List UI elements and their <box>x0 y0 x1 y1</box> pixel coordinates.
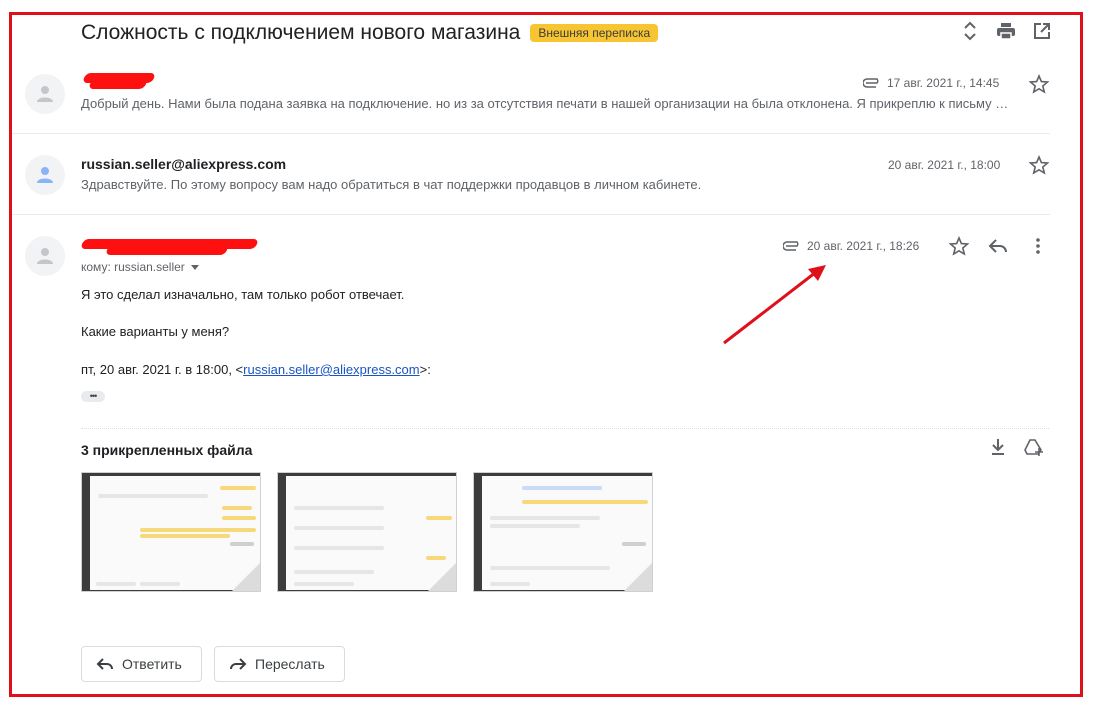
quote-email-link[interactable]: russian.seller@aliexpress.com <box>243 362 419 377</box>
header-toolbar <box>959 20 1053 42</box>
redacted-sender-stroke <box>105 245 229 255</box>
add-to-drive-icon[interactable] <box>1024 438 1044 456</box>
open-in-new-window-icon[interactable] <box>1031 20 1053 42</box>
message-date: 20 авг. 2021 г., 18:26 <box>783 239 919 253</box>
forward-icon <box>230 658 247 670</box>
reply-icon <box>96 658 113 670</box>
attachments-title: 3 прикрепленных файла <box>81 442 253 458</box>
redacted-sender-stroke <box>88 79 148 89</box>
message-snippet: Здравствуйте. По этому вопросу вам надо … <box>81 177 702 192</box>
avatar <box>25 74 65 114</box>
avatar <box>25 155 65 195</box>
annotation-arrow-icon <box>723 265 826 345</box>
star-icon[interactable] <box>1029 155 1049 175</box>
recipients-text: кому: russian.seller <box>81 260 185 274</box>
label-external-badge[interactable]: Внешняя переписка <box>530 24 659 42</box>
quote-header: пт, 20 авг. 2021 г. в 18:00, <russian.se… <box>81 362 431 377</box>
subject-header: Сложность с подключением нового магазина… <box>81 18 659 48</box>
reply-button[interactable]: Ответить <box>81 646 202 682</box>
message-date-text: 20 авг. 2021 г., 18:00 <box>888 158 1001 172</box>
chevron-down-icon[interactable] <box>190 264 199 270</box>
message-snippet: Добрый день. Нами была подана заявка на … <box>81 96 1009 111</box>
forward-button-label: Переслать <box>255 656 325 672</box>
attachments-divider <box>81 428 1049 429</box>
message-collapsed-2[interactable]: russian.seller@aliexpress.com 20 авг. 20… <box>12 135 1050 215</box>
sender-name: russian.seller@aliexpress.com <box>81 156 287 172</box>
recipients-line[interactable]: кому: russian.seller <box>81 260 199 274</box>
print-icon[interactable] <box>995 20 1017 42</box>
attachment-thumbnail-1[interactable] <box>81 472 261 592</box>
avatar <box>25 236 65 276</box>
download-all-icon[interactable] <box>990 438 1006 456</box>
more-options-icon[interactable] <box>1035 237 1041 255</box>
show-trimmed-content-button[interactable]: ••• <box>81 391 105 402</box>
body-line-1: Я это сделал изначально, там только робо… <box>81 287 405 302</box>
paperclip-icon <box>783 241 799 251</box>
message-expanded: кому: russian.seller 20 авг. 2021 г., 18… <box>12 216 1050 696</box>
star-icon[interactable] <box>1029 74 1049 94</box>
star-icon[interactable] <box>949 236 969 256</box>
attachments-toolbar <box>990 438 1044 456</box>
email-subject: Сложность с подключением нового магазина <box>81 21 521 44</box>
forward-button[interactable]: Переслать <box>214 646 345 682</box>
person-icon <box>37 248 53 264</box>
message-date-text: 20 авг. 2021 г., 18:26 <box>807 239 920 253</box>
reply-icon[interactable] <box>988 237 1008 255</box>
message-collapsed-1[interactable]: 17 авг. 2021 г., 14:45 Добрый день. Нами… <box>12 62 1050 134</box>
body-line-2: Какие варианты у меня? <box>81 324 230 339</box>
paperclip-icon <box>863 78 879 88</box>
attachment-thumbnail-3[interactable] <box>473 472 653 592</box>
expand-collapse-icon[interactable] <box>959 20 981 42</box>
person-icon <box>37 86 53 102</box>
message-date: 20 авг. 2021 г., 18:00 <box>888 158 1000 172</box>
quote-suffix: >: <box>419 362 431 377</box>
quote-prefix: пт, 20 авг. 2021 г. в 18:00, < <box>81 362 244 377</box>
message-date: 17 авг. 2021 г., 14:45 <box>863 76 999 90</box>
person-icon <box>37 167 53 183</box>
message-date-text: 17 авг. 2021 г., 14:45 <box>887 76 1000 90</box>
reply-button-label: Ответить <box>122 656 182 672</box>
attachment-thumbnail-2[interactable] <box>277 472 457 592</box>
